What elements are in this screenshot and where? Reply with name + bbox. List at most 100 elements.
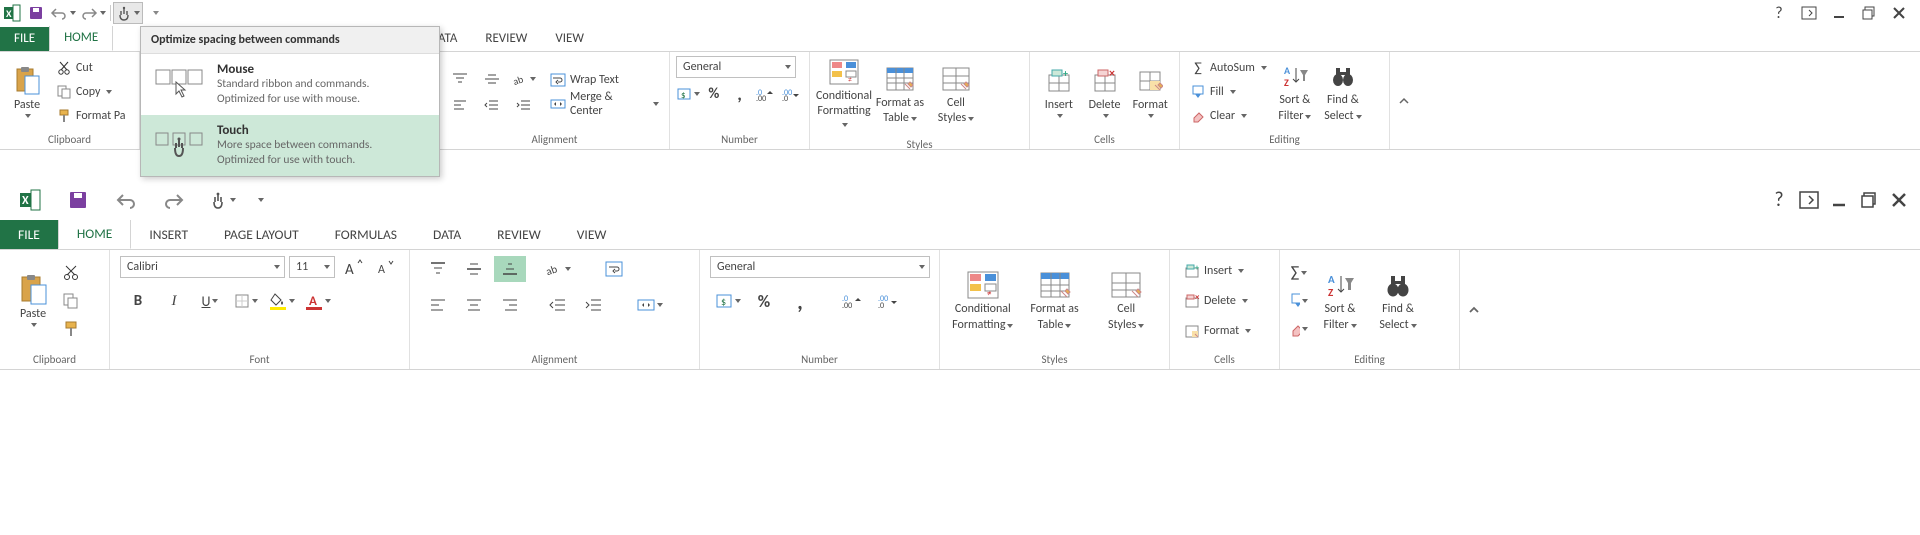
autosum-button[interactable]: ∑ [1290, 264, 1308, 282]
align-middle-button[interactable] [458, 256, 490, 282]
paste-button[interactable]: Paste [6, 65, 48, 118]
tab-review[interactable]: REVIEW [471, 27, 541, 51]
tab-formulas[interactable]: FORMULAS [317, 220, 415, 249]
delete-cells-button[interactable]: ×Delete [1180, 290, 1255, 312]
tab-review[interactable]: REVIEW [479, 220, 559, 249]
minimize-button[interactable] [1828, 2, 1850, 24]
format-cells-button[interactable]: Format [1127, 65, 1173, 118]
fill-button[interactable] [1290, 292, 1308, 310]
percent-button[interactable]: % [702, 82, 726, 106]
decrease-font-button[interactable]: A [371, 256, 399, 280]
comma-button[interactable]: , [728, 82, 752, 106]
ribbon-display-options-button[interactable] [1798, 189, 1820, 211]
save-button[interactable] [58, 184, 98, 216]
touch-mode-button[interactable] [113, 2, 143, 24]
menu-item-touch[interactable]: Touch More space between commands. Optim… [141, 115, 439, 176]
close-button[interactable] [1888, 2, 1910, 24]
borders-button[interactable] [230, 288, 262, 314]
align-center-button[interactable] [458, 292, 490, 318]
close-button[interactable] [1888, 189, 1910, 211]
tab-file[interactable]: FILE [0, 27, 49, 51]
tab-home[interactable]: HOME [58, 218, 131, 249]
qat-customize-button[interactable] [250, 184, 270, 216]
undo-button[interactable] [48, 2, 78, 24]
wrap-text-button[interactable]: Wrap Text [546, 69, 663, 91]
restore-button[interactable] [1858, 2, 1880, 24]
align-middle-button[interactable] [478, 67, 506, 91]
decrease-indent-button[interactable] [542, 292, 574, 318]
wrap-text-button[interactable] [598, 256, 630, 282]
align-bottom-button[interactable] [494, 256, 526, 282]
merge-center-button[interactable] [634, 292, 666, 318]
find-select-button[interactable]: Find & Select [1372, 269, 1424, 331]
align-top-button[interactable] [422, 256, 454, 282]
clear-button[interactable]: Clear [1186, 105, 1271, 127]
ribbon-display-options-button[interactable] [1798, 2, 1820, 24]
cut-button[interactable]: Cut [52, 57, 130, 79]
copy-button[interactable] [62, 292, 80, 310]
increase-decimal-button[interactable]: .0.00 [754, 82, 778, 106]
format-cells-button[interactable]: Format [1180, 320, 1255, 342]
number-format-dropdown[interactable]: General [710, 256, 930, 278]
decrease-indent-button[interactable] [478, 93, 506, 117]
comma-button[interactable]: , [784, 288, 816, 314]
collapse-ribbon-button[interactable] [1460, 250, 1488, 369]
tab-data[interactable]: DATA [415, 220, 479, 249]
align-left-button[interactable] [446, 93, 474, 117]
find-select-button[interactable]: Find & Select [1319, 60, 1367, 122]
orientation-button[interactable]: ab [542, 256, 574, 282]
fill-color-button[interactable] [266, 288, 298, 314]
copy-button[interactable]: Copy [52, 81, 130, 103]
format-painter-button[interactable] [62, 320, 80, 338]
insert-cells-button[interactable]: + Insert [1036, 65, 1082, 118]
redo-button[interactable] [78, 2, 108, 24]
increase-indent-button[interactable] [578, 292, 610, 318]
tab-home[interactable]: HOME [49, 25, 113, 51]
increase-indent-button[interactable] [510, 93, 538, 117]
accounting-format-button[interactable]: $ [676, 82, 700, 106]
italic-button[interactable]: I [158, 288, 190, 314]
tab-view[interactable]: VIEW [559, 220, 625, 249]
restore-button[interactable] [1858, 189, 1880, 211]
cut-button[interactable] [62, 264, 80, 282]
cell-styles-button[interactable]: Cell Styles [1093, 269, 1159, 331]
save-button[interactable] [24, 2, 48, 24]
redo-button[interactable] [154, 184, 194, 216]
clear-button[interactable] [1290, 320, 1308, 338]
cell-styles-button[interactable]: Cell Styles [928, 63, 984, 125]
delete-cells-button[interactable]: × Delete [1082, 65, 1128, 118]
underline-button[interactable]: U [194, 288, 226, 314]
minimize-button[interactable] [1828, 189, 1850, 211]
collapse-ribbon-button[interactable] [1390, 52, 1418, 149]
decrease-decimal-button[interactable]: .00.0 [779, 82, 803, 106]
help-button[interactable]: ? [1768, 189, 1790, 211]
tab-insert[interactable]: INSERT [131, 220, 206, 249]
number-format-dropdown[interactable]: General [676, 56, 796, 78]
menu-item-mouse[interactable]: Mouse Standard ribbon and commands. Opti… [141, 54, 439, 115]
font-color-button[interactable]: A [302, 288, 334, 314]
tab-page-layout[interactable]: PAGE LAYOUT [206, 220, 317, 249]
help-button[interactable]: ? [1768, 2, 1790, 24]
undo-button[interactable] [106, 184, 146, 216]
tab-view[interactable]: VIEW [541, 27, 598, 51]
tab-file[interactable]: FILE [0, 220, 58, 249]
insert-cells-button[interactable]: +Insert [1180, 260, 1255, 282]
touch-mode-button[interactable] [202, 184, 242, 216]
percent-button[interactable]: % [748, 288, 780, 314]
autosum-button[interactable]: ∑AutoSum [1186, 57, 1271, 79]
align-left-button[interactable] [422, 292, 454, 318]
conditional-formatting-button[interactable]: ≠ Conditional Formatting [950, 269, 1016, 331]
format-as-table-button[interactable]: Format as Table [872, 63, 928, 125]
bold-button[interactable]: B [122, 288, 154, 314]
increase-decimal-button[interactable]: .0.00 [836, 288, 868, 314]
paste-button[interactable]: Paste [10, 274, 56, 327]
format-as-table-button[interactable]: Format as Table [1022, 269, 1088, 331]
accounting-format-button[interactable]: $ [712, 288, 744, 314]
orientation-button[interactable]: ab [510, 67, 538, 91]
qat-customize-button[interactable] [143, 2, 167, 24]
font-name-dropdown[interactable]: Calibri [120, 256, 285, 278]
sort-filter-button[interactable]: AZ Sort & Filter [1271, 60, 1319, 122]
conditional-formatting-button[interactable]: ≠ Conditional Formatting [816, 56, 872, 132]
format-painter-button[interactable]: Format Pa [52, 105, 130, 127]
fill-button[interactable]: Fill [1186, 81, 1271, 103]
